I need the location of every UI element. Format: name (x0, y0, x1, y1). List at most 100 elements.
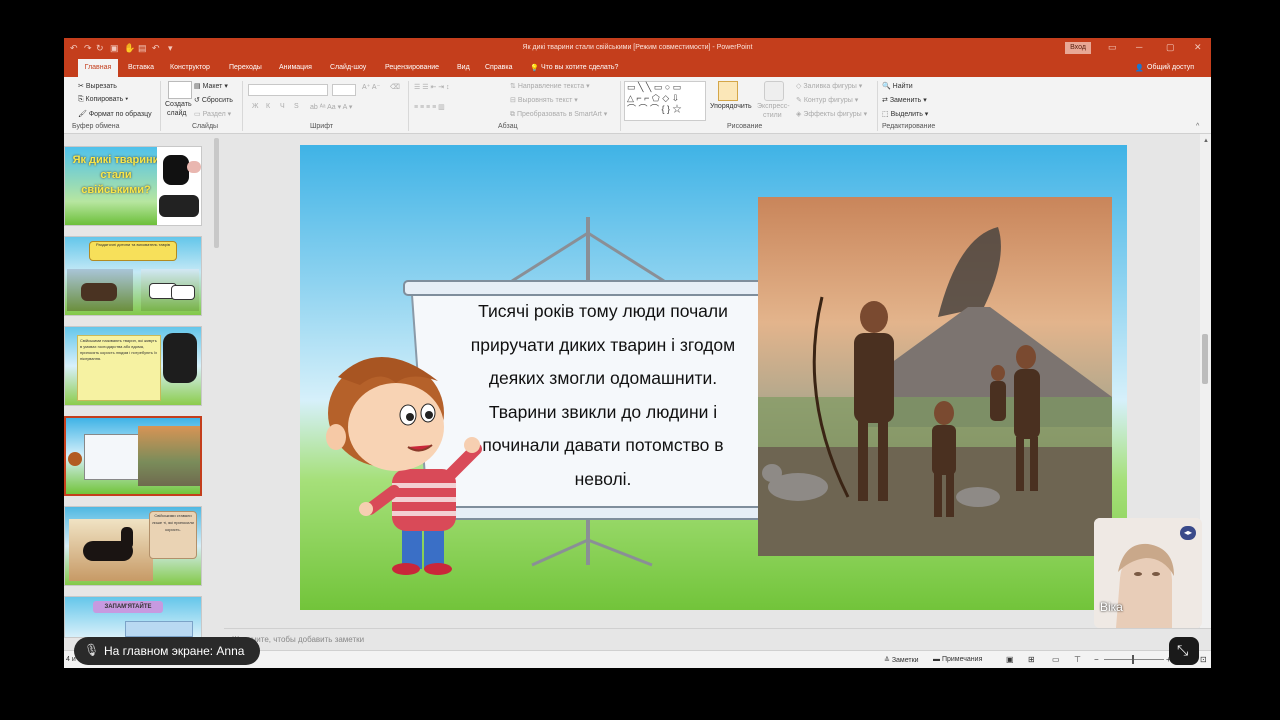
comments-button[interactable]: ▬ Примечания (933, 656, 982, 663)
slideshow-view-icon[interactable]: ⊤ (1074, 655, 1081, 664)
easel-leg-left (531, 538, 589, 567)
zoom-slider-thumb[interactable] (1132, 655, 1134, 664)
align-icons[interactable]: ≡ ≡ ≡ ≡ ▥ (414, 103, 445, 111)
ribbon-tabs: Главная Вставка Конструктор Переходы Ани… (64, 59, 1211, 77)
pin-icon[interactable]: ◂▸ (1180, 526, 1196, 540)
text-direction-button[interactable]: ⇅ Направление текста ▾ (510, 82, 590, 90)
tab-design[interactable]: Конструктор (170, 64, 210, 71)
participant-video[interactable]: ◂▸ Віка (1094, 518, 1202, 628)
font-color-icon[interactable]: ab ᴬᵃ Aa ▾ A ▾ (310, 103, 352, 111)
maximize-icon[interactable]: ▢ (1166, 42, 1175, 53)
slide-thumbnail-4-selected[interactable] (64, 416, 202, 496)
align-text-button[interactable]: ⊟ Выровнять текст ▾ (510, 96, 578, 104)
tab-help[interactable]: Справка (485, 64, 512, 71)
thumbnail-scrollbar[interactable] (214, 138, 219, 248)
tab-review[interactable]: Рецензирование (385, 64, 439, 71)
tab-insert[interactable]: Вставка (128, 64, 154, 71)
cut-label: Вырезать (85, 83, 117, 90)
shapes-gallery[interactable]: ▭ ╲ ╲ ▭ ○ ▭ △ ⌐ ⌐ ⬠ ◇ ⇩ ⌒ ⌒ ⌒ { } ☆ (624, 81, 706, 121)
arrange-icon[interactable] (718, 81, 738, 101)
close-icon[interactable]: ✕ (1194, 42, 1202, 53)
cut-button[interactable]: ✂ Вырезать (78, 82, 117, 90)
screen-share-indicator[interactable]: 🎙 На главном экране: Anna (74, 637, 260, 665)
help-search[interactable]: Что вы хотите сделать? (541, 64, 618, 71)
slide-info: 4 и (66, 656, 76, 663)
tab-view[interactable]: Вид (457, 64, 470, 71)
normal-view-icon[interactable]: ▣ (1006, 655, 1014, 664)
zoom-out-icon[interactable]: − (1094, 655, 1099, 664)
board-text[interactable]: Тисячі років тому люди почали приручати … (450, 295, 756, 497)
shape-fill-button[interactable]: ◇ Заливка фигуры ▾ (796, 82, 862, 90)
separator (877, 81, 878, 131)
collapse-screen-button[interactable]: ⤡ (1169, 637, 1199, 665)
easel-strut-left (511, 231, 589, 283)
find-label: Найти (892, 83, 913, 90)
group-slides: Слайды (192, 123, 219, 130)
current-slide[interactable]: Тисячі років тому люди почали приручати … (300, 145, 1127, 610)
slide-sorter-icon[interactable]: ⊞ (1028, 655, 1035, 664)
copy-button[interactable]: ⎘ Копировать ▾ (78, 96, 128, 104)
mic-off-icon[interactable]: 🎙 (84, 643, 99, 657)
new-slide-label-2[interactable]: слайд (167, 110, 186, 117)
thumb-6-box (125, 621, 193, 637)
slide-thumbnail-3[interactable]: Свійськими називають тварин, які живуть … (64, 326, 202, 406)
prehistoric-people-image[interactable] (758, 197, 1112, 556)
slide-thumbnail-6[interactable]: ЗАПАМ'ЯТАЙТЕ (64, 596, 202, 638)
quick-styles-icon[interactable] (764, 81, 784, 101)
new-slide-icon[interactable] (168, 81, 192, 99)
separator (620, 81, 621, 131)
smartart-label: Преобразовать в SmartArt (516, 111, 602, 118)
ribbon-display-icon[interactable]: ▭ (1108, 42, 1117, 53)
bold-button[interactable]: Ж (252, 103, 258, 110)
increase-font-icon[interactable]: A⁺ A⁻ (362, 83, 380, 91)
underline-button[interactable]: Ч (280, 103, 285, 110)
section-button[interactable]: ▭ Раздел ▾ (194, 110, 231, 118)
tab-animations[interactable]: Анимация (279, 64, 312, 71)
reset-label: Сбросить (201, 97, 233, 104)
notes-button[interactable]: ≙ Заметки (884, 656, 919, 664)
share-button[interactable]: Общий доступ (1147, 64, 1194, 71)
format-painter-button[interactable]: 🖌 Формат по образцу (78, 110, 152, 118)
font-size-combo[interactable] (332, 84, 356, 96)
tab-slideshow[interactable]: Слайд-шоу (330, 64, 366, 71)
strike-button[interactable]: S (294, 103, 299, 110)
quick-styles-label-1[interactable]: Экспресс- (757, 103, 790, 110)
tab-home[interactable]: Главная (78, 59, 118, 77)
powerpoint-window: ↶ ↷ ↻ ▣ ✋ ▤ ↶ ▾ Як дикі тварини стали св… (64, 38, 1211, 668)
easel-leg-right (587, 538, 653, 567)
layout-button[interactable]: ▤ Макет ▾ (194, 82, 228, 90)
minimize-icon[interactable]: ─ (1136, 42, 1142, 52)
group-editing: Редактирование (882, 123, 936, 130)
sign-in-button[interactable]: Вход (1065, 42, 1091, 54)
reading-view-icon[interactable]: ▭ (1052, 655, 1060, 664)
slide-thumbnail-5[interactable]: Свійськими ставали лише ті, які приносил… (64, 506, 202, 586)
slide-thumbnail-1[interactable]: Як дикі тварини стали свійськими? (64, 146, 202, 226)
tab-transitions[interactable]: Переходы (229, 64, 262, 71)
shape-outline-button[interactable]: ✎ Контур фигуры ▾ (796, 96, 858, 104)
bullets-icon[interactable]: ☰ ☰ ⇤ ⇥ ↕ (414, 83, 450, 91)
zoom-slider[interactable] (1104, 659, 1164, 660)
quick-styles-label-2[interactable]: стили (763, 112, 782, 119)
find-button[interactable]: 🔍 Найти (882, 82, 913, 90)
clear-format-icon[interactable]: ⌫ (390, 83, 400, 91)
notes-pane[interactable]: Щелкните, чтобы добавить заметки (224, 628, 1211, 649)
new-slide-label-1[interactable]: Создать (165, 101, 192, 108)
thumb-4-board (84, 434, 144, 480)
board-line: приручати диких тварин і згодом (470, 334, 736, 355)
smartart-button[interactable]: ⧉ Преобразовать в SmartArt ▾ (510, 110, 607, 119)
font-name-combo[interactable] (248, 84, 328, 96)
collapse-ribbon-icon[interactable]: ^ (1196, 123, 1199, 130)
italic-button[interactable]: К (266, 103, 270, 110)
cows-image (141, 269, 199, 311)
shape-effects-button[interactable]: ◈ Эффекты фигуры ▾ (796, 110, 867, 118)
share-text: На главном экране: Anna (104, 644, 245, 658)
slide-thumbnail-2[interactable]: Раздаточні дитини та вихователь таврів (64, 236, 202, 316)
reset-button[interactable]: ↺ Сбросить (194, 96, 233, 104)
scrollbar-thumb[interactable] (1202, 334, 1208, 384)
select-button[interactable]: ⬚ Выделить ▾ (882, 110, 928, 118)
fit-slide-icon[interactable]: ⊡ (1200, 655, 1207, 664)
format-painter-label: Формат по образцу (88, 111, 152, 118)
arrange-button[interactable]: Упорядочить (710, 103, 752, 110)
scroll-up-icon[interactable]: ▲ (1203, 138, 1209, 144)
replace-button[interactable]: ⇄ Заменить ▾ (882, 96, 927, 104)
